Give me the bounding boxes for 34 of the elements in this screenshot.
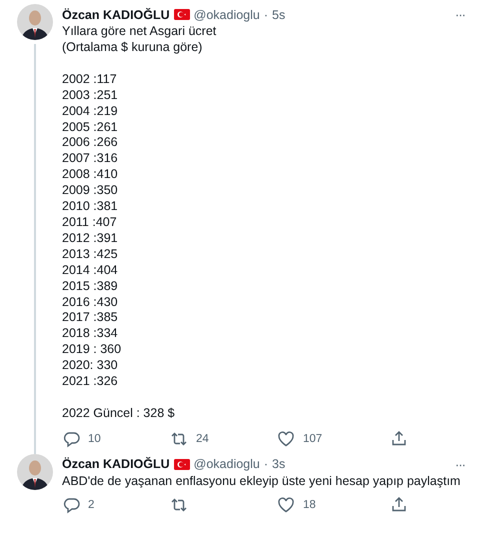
author-handle[interactable]: @okadioglu — [194, 8, 260, 22]
reply-icon — [62, 496, 80, 514]
like-count: 18 — [303, 498, 316, 511]
like-count: 107 — [303, 432, 322, 445]
author-name[interactable]: Özcan KADIOĞLU — [62, 457, 170, 472]
tweet-time[interactable]: 5s — [272, 8, 286, 22]
tweet-text: 2002 :117 2003 :251 2004 :219 2005 :261 2006 :266 2007 :316 2008 :410 2009 :350 2010 :381 2011 :407 2012 :391 2013 :425 2014 :404 2015 :389 2016 :430 2017 :385 2018 :334 2019 : 360 2020: 330 2021 :326 — [62, 72, 122, 390]
more-button[interactable]: ··· — [455, 456, 465, 472]
share-icon — [390, 430, 408, 448]
retweet-count: 24 — [196, 432, 209, 445]
flag-icon — [174, 9, 190, 20]
like-button[interactable]: 18 — [277, 496, 390, 514]
flag-icon — [174, 458, 190, 470]
more-button[interactable]: ··· — [455, 7, 465, 22]
tweet-text: Yıllara göre net Asgari ücret (Ortalama $ kuruna göre) — [62, 24, 218, 56]
reply-count: 2 — [88, 498, 94, 511]
reply-button[interactable]: 10 — [62, 430, 170, 448]
author-name[interactable]: Özcan KADIOĞLU — [62, 8, 170, 22]
author-handle[interactable]: @okadioglu — [194, 457, 260, 472]
share-icon — [390, 496, 408, 514]
reply-icon — [62, 430, 80, 448]
reply-count: 10 — [88, 432, 101, 445]
reply-button[interactable]: 2 — [62, 496, 170, 514]
separator-dot: · — [264, 8, 268, 22]
tweet-time[interactable]: 3s — [272, 457, 286, 472]
like-icon — [277, 496, 295, 514]
like-button[interactable]: 107 — [277, 430, 390, 448]
separator-dot: · — [264, 457, 268, 472]
avatar[interactable] — [17, 4, 53, 40]
avatar[interactable] — [17, 454, 53, 490]
like-icon — [277, 430, 295, 448]
retweet-button[interactable]: 24 — [170, 430, 277, 448]
tweet-text: ABD'de de yaşanan enflasyonu ekleyip üste yeni hesap yapıp paylaştım — [62, 474, 462, 490]
tweet-text: 2022 Güncel : 328 $ — [62, 406, 176, 422]
